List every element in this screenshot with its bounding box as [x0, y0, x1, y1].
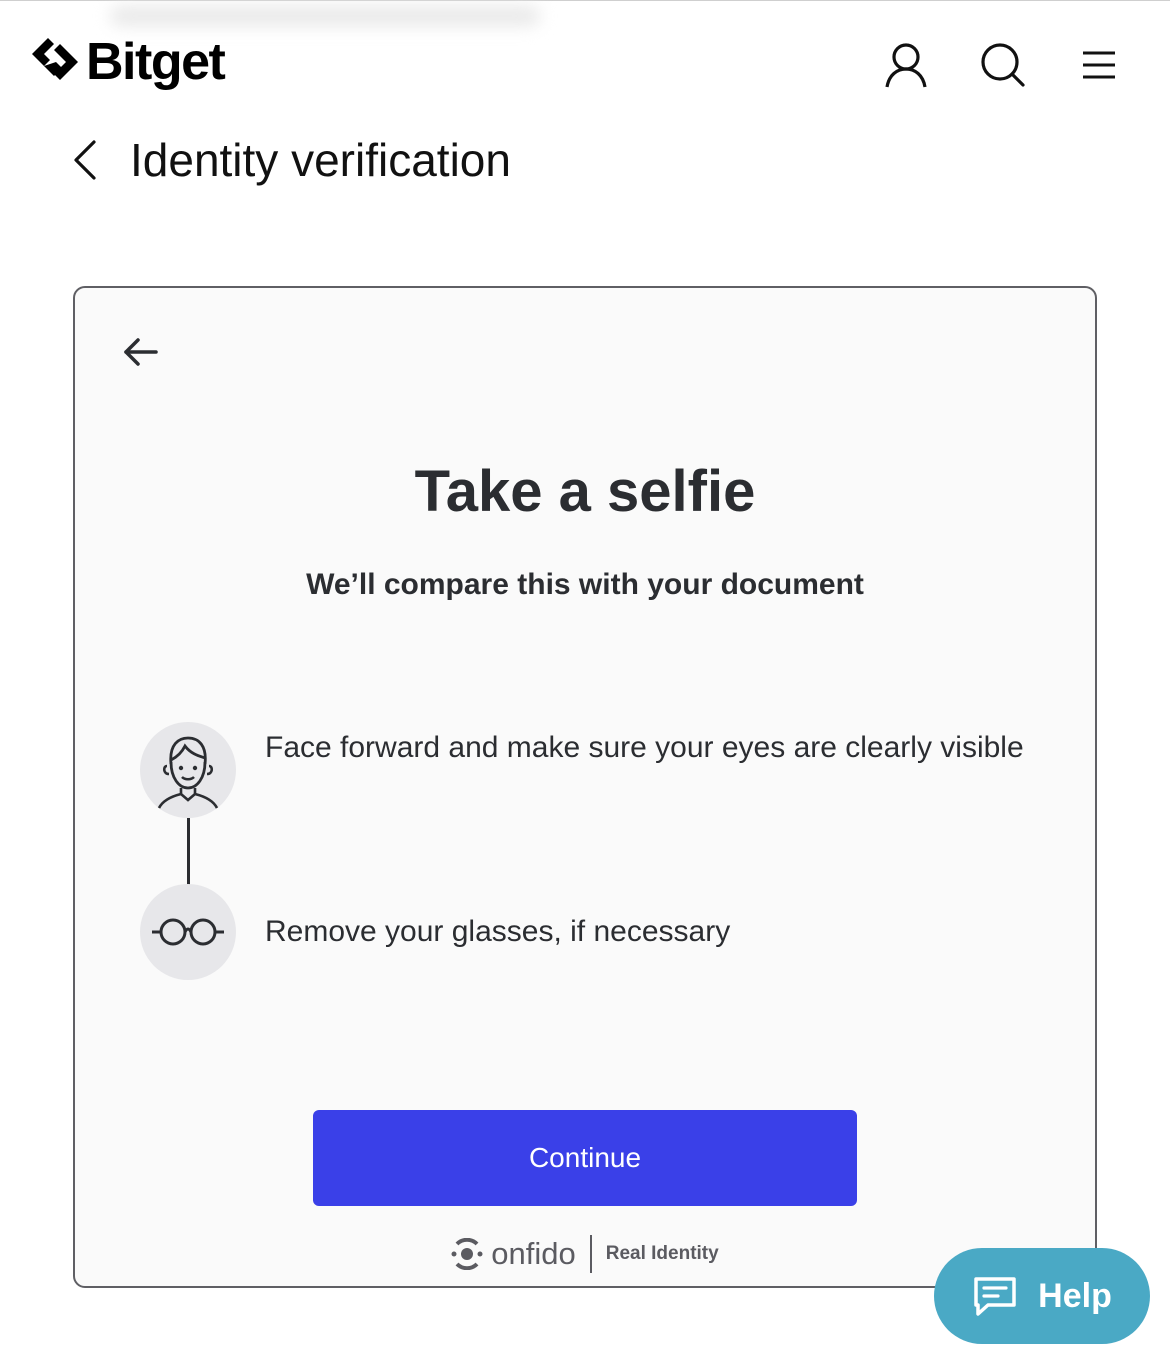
help-button[interactable]: Help	[934, 1248, 1150, 1344]
page-header: Identity verification	[60, 125, 511, 195]
user-icon[interactable]	[882, 40, 930, 90]
brand-name: Bitget	[86, 33, 226, 91]
step-face-forward-text: Face forward and make sure your eyes are…	[265, 731, 1024, 764]
help-label: Help	[1038, 1276, 1112, 1315]
card-subtitle: We’ll compare this with your document	[306, 568, 864, 601]
bitget-logo-mark-icon	[32, 38, 78, 80]
top-border	[0, 0, 1170, 1]
continue-button[interactable]: Continue	[313, 1110, 857, 1206]
brand-divider	[589, 1235, 592, 1273]
search-icon[interactable]	[978, 40, 1026, 90]
steps-connector	[187, 818, 190, 886]
step-remove-glasses-text: Remove your glasses, if necessary	[265, 915, 731, 948]
blurred-header-region	[110, 6, 540, 26]
selfie-instructions-card: Take a selfie We’ll compare this with yo…	[73, 286, 1097, 1288]
back-arrow-icon[interactable]	[121, 334, 161, 370]
card-title: Take a selfie	[414, 459, 756, 524]
onfido-brand-name: onfido	[491, 1236, 576, 1271]
face-icon	[140, 722, 236, 818]
menu-icon[interactable]	[1074, 40, 1122, 90]
bitget-logo[interactable]: Bitget	[30, 30, 226, 94]
page-title: Identity verification	[130, 134, 511, 186]
glasses-icon	[140, 884, 236, 980]
back-chevron-icon[interactable]	[60, 130, 110, 190]
chat-icon	[974, 1277, 1016, 1316]
onfido-logo-icon	[451, 1238, 483, 1270]
onfido-tagline: Real Identity	[605, 1243, 719, 1264]
